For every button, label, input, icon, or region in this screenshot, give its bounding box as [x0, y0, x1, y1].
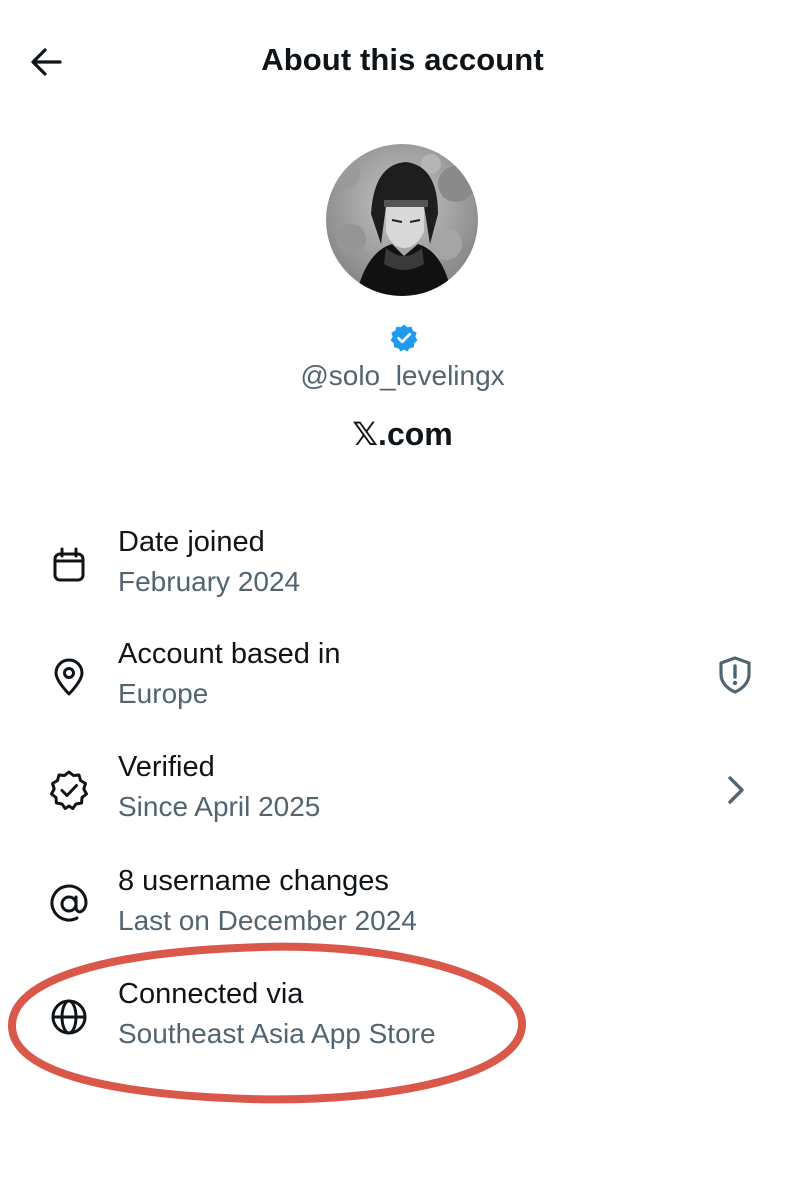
row-value: Southeast Asia App Store	[118, 1018, 436, 1049]
row-title: Connected via	[118, 978, 304, 1010]
globe-icon	[46, 994, 92, 1040]
page-title: About this account	[261, 42, 544, 77]
location-pin-icon	[46, 654, 92, 700]
row-connected-via: Connected via Southeast Asia App Store	[0, 974, 805, 1074]
shield-alert-icon[interactable]	[712, 652, 758, 698]
row-title: Account based in	[118, 638, 341, 670]
calendar-icon	[46, 542, 92, 588]
verified-badge[interactable]	[389, 323, 419, 353]
verified-outline-icon	[46, 767, 92, 813]
row-verified[interactable]: Verified Since April 2025	[0, 747, 805, 847]
row-value: Europe	[118, 678, 209, 709]
avatar[interactable]	[326, 144, 478, 296]
avatar-image	[326, 144, 478, 296]
at-sign-icon	[46, 881, 92, 927]
row-value: Since April 2025	[118, 791, 321, 822]
site-link[interactable]: 𝕏.com	[0, 415, 805, 453]
row-title: Date joined	[118, 526, 265, 558]
row-value: Last on December 2024	[118, 905, 417, 936]
row-date-joined: Date joined February 2024	[0, 520, 805, 620]
row-value: February 2024	[118, 566, 301, 597]
verified-badge-icon	[390, 324, 418, 352]
row-title: Verified	[118, 751, 215, 783]
row-title: 8 username changes	[118, 865, 389, 897]
row-account-based-in[interactable]: Account based in Europe	[0, 634, 805, 734]
header-bar: About this account	[0, 0, 805, 125]
row-username-changes: 8 username changes Last on December 2024	[0, 861, 805, 961]
account-handle: @solo_levelingx	[300, 360, 505, 391]
chevron-right-icon[interactable]	[712, 767, 758, 813]
